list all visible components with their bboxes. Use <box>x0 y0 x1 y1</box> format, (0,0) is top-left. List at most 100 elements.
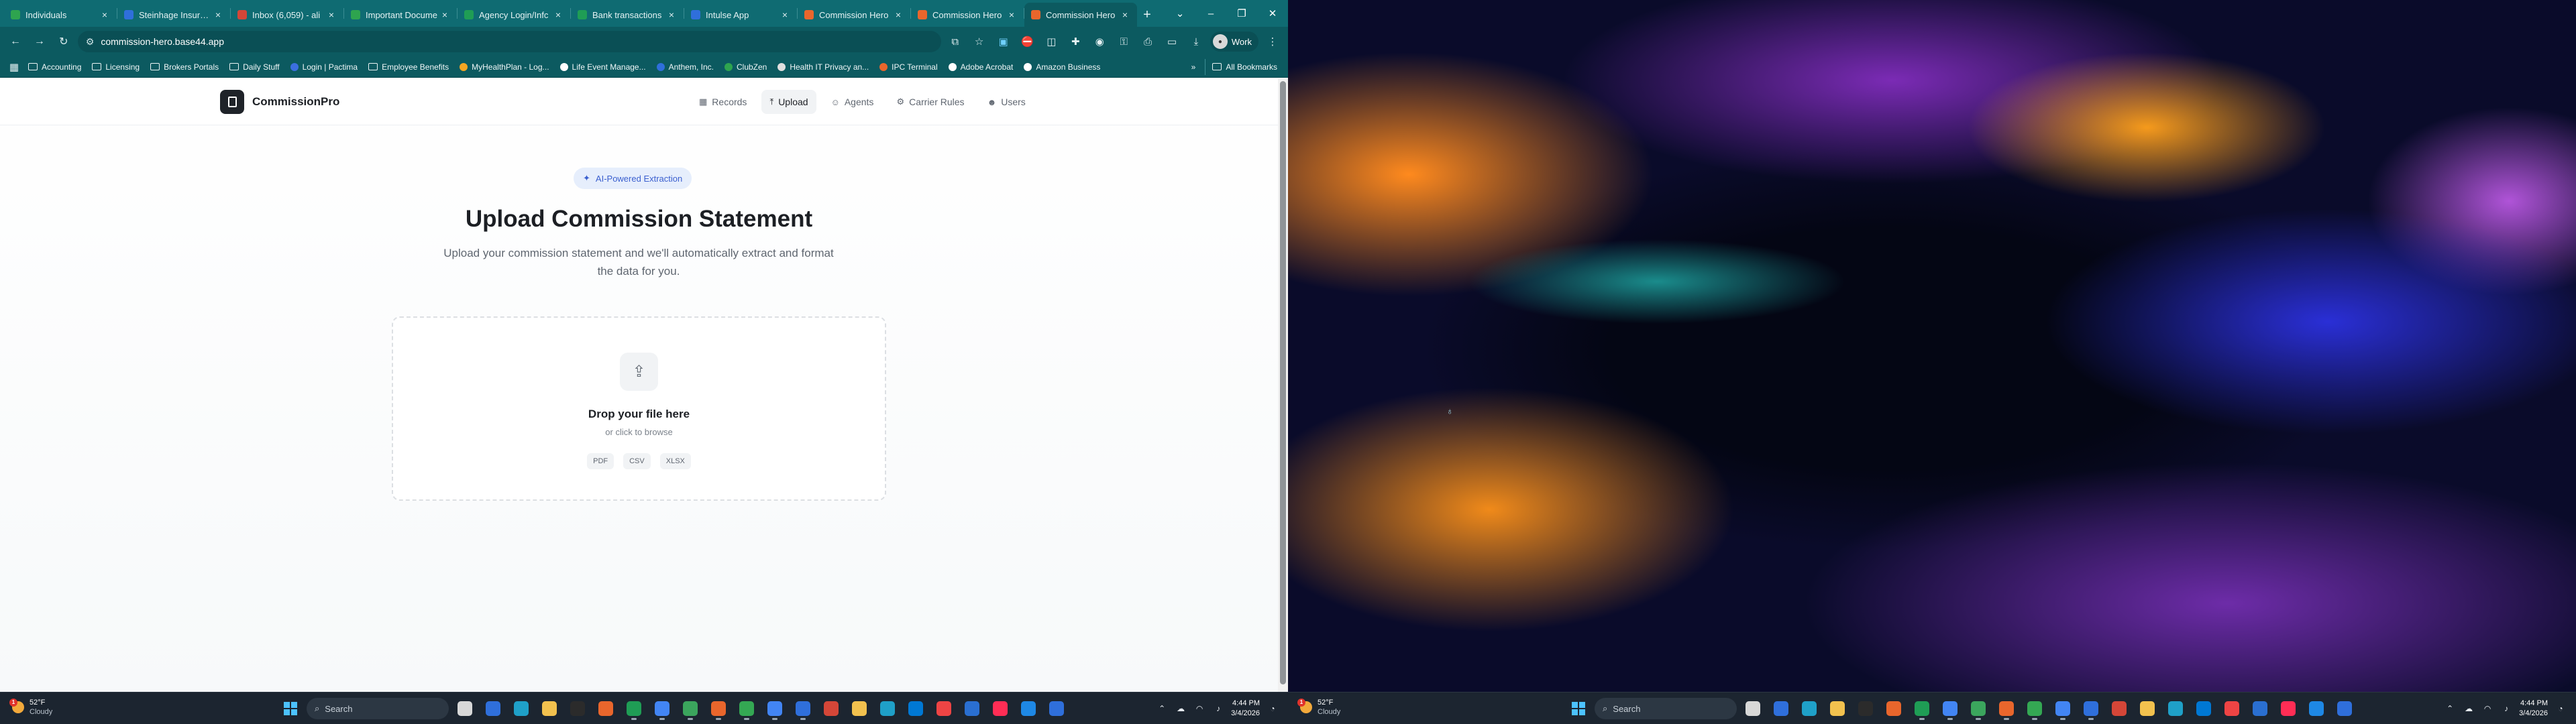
taskbar-app-icon[interactable] <box>2023 697 2047 721</box>
close-tab-icon[interactable]: × <box>213 9 223 20</box>
taskbar-app-icon[interactable] <box>2107 697 2131 721</box>
taskbar-app-icon[interactable] <box>2248 697 2272 721</box>
start-button[interactable] <box>1566 697 1591 721</box>
apps-grid-icon[interactable]: ▦ <box>7 57 21 77</box>
taskbar-app-icon[interactable] <box>2051 697 2075 721</box>
taskbar-app-icon[interactable] <box>932 697 956 721</box>
nav-item-records[interactable]: ▦ Records <box>691 90 755 114</box>
taskbar-app-icon[interactable] <box>904 697 928 721</box>
taskbar-app-icon[interactable] <box>2192 697 2216 721</box>
notification-bell-icon[interactable]: ◔ <box>2555 704 2567 713</box>
back-button[interactable]: ← <box>5 32 25 52</box>
start-button[interactable] <box>278 697 303 721</box>
taskbar-app-icon[interactable] <box>735 697 759 721</box>
taskbar-app-icon[interactable] <box>1910 697 1934 721</box>
new-tab-button[interactable]: + <box>1137 3 1157 27</box>
notification-bell-icon[interactable]: ◔ <box>1267 704 1279 713</box>
download-icon[interactable]: ⤓ <box>1186 32 1206 52</box>
extension-icon[interactable]: ▣ <box>994 32 1014 52</box>
taskbar-app-icon[interactable] <box>2135 697 2159 721</box>
bookmark-item[interactable]: Accounting <box>24 59 85 75</box>
bookmark-star-icon[interactable]: ☆ <box>969 32 989 52</box>
scrollbar-thumb[interactable] <box>1280 81 1286 684</box>
taskbar-app-icon[interactable] <box>1966 697 1990 721</box>
taskbar-app-icon[interactable] <box>537 697 561 721</box>
taskbar-app-icon[interactable] <box>2332 697 2357 721</box>
nav-item-upload[interactable]: ⤒ Upload <box>761 90 816 114</box>
taskbar-app-icon[interactable] <box>2220 697 2244 721</box>
wifi-icon[interactable]: ◠ <box>2481 704 2493 713</box>
chevron-down-icon[interactable]: ⌄ <box>1165 0 1195 27</box>
brand-logo[interactable]: CommissionPro <box>220 89 339 114</box>
browser-tab[interactable]: Inbox (6,059) - ali × <box>231 3 343 27</box>
cloud-icon[interactable]: ☁ <box>2463 704 2475 713</box>
bookmark-item[interactable]: ClubZen <box>720 59 771 75</box>
volume-icon[interactable]: ♪ <box>2500 704 2512 713</box>
browser-tab[interactable]: Bank transactions × <box>571 3 684 27</box>
cloud-icon[interactable]: ☁ <box>1175 704 1187 713</box>
extension-icon[interactable]: ⛔ <box>1018 32 1038 52</box>
browser-tab[interactable]: Agency Login/Infc × <box>458 3 570 27</box>
bookmark-item[interactable]: Licensing <box>88 59 144 75</box>
browser-tab[interactable]: Intulse App × <box>684 3 797 27</box>
extension-icon[interactable]: ◫ <box>1041 32 1061 52</box>
taskbar-app-icon[interactable] <box>1854 697 1878 721</box>
taskbar-app-icon[interactable] <box>875 697 900 721</box>
taskbar-app-icon[interactable] <box>622 697 646 721</box>
all-bookmarks-folder[interactable]: All Bookmarks <box>1205 58 1281 75</box>
close-tab-icon[interactable]: × <box>1120 9 1130 20</box>
browser-tab[interactable]: Steinhage Insuranc × <box>117 3 230 27</box>
weather-widget[interactable]: 1 52°F Cloudy <box>1297 698 1340 717</box>
close-tab-icon[interactable]: × <box>893 9 904 20</box>
volume-icon[interactable]: ♪ <box>1212 704 1224 713</box>
bookmark-item[interactable]: Health IT Privacy an... <box>773 59 873 75</box>
site-info-icon[interactable]: ⚙ <box>86 36 95 48</box>
taskbar-app-icon[interactable] <box>1797 697 1821 721</box>
nav-item-agents[interactable]: ☺ Agents <box>823 90 882 114</box>
bookmark-item[interactable]: Life Event Manage... <box>556 59 650 75</box>
url-bar[interactable]: ⚙ commission-hero.base44.app <box>77 31 941 52</box>
weather-widget[interactable]: 1 52°F Cloudy <box>9 698 52 717</box>
taskbar-app-icon[interactable] <box>678 697 702 721</box>
taskbar-app-icon[interactable] <box>453 697 477 721</box>
bookmark-item[interactable]: MyHealthPlan - Log... <box>455 59 553 75</box>
taskbar-app-icon[interactable] <box>2304 697 2328 721</box>
restore-button[interactable]: ❐ <box>1226 0 1257 27</box>
taskbar-app-icon[interactable] <box>960 697 984 721</box>
extensions-puzzle-icon[interactable]: ✚ <box>1065 32 1085 52</box>
nav-item-carrier-rules[interactable]: ⚙ Carrier Rules <box>888 90 972 114</box>
chevron-up-icon[interactable]: ⌃ <box>2444 704 2456 713</box>
bookmark-item[interactable]: Amazon Business <box>1020 59 1104 75</box>
taskbar-app-icon[interactable] <box>650 697 674 721</box>
browser-tab[interactable]: Commission Hero × <box>798 3 910 27</box>
taskbar-app-icon[interactable] <box>763 697 787 721</box>
bookmarks-overflow-button[interactable]: » <box>1185 62 1203 72</box>
page-scrollbar[interactable] <box>1278 78 1288 692</box>
taskbar-app-icon[interactable] <box>2079 697 2103 721</box>
taskbar-app-icon[interactable] <box>1741 697 1765 721</box>
minimize-button[interactable]: – <box>1195 0 1226 27</box>
bookmark-item[interactable]: Brokers Portals <box>146 59 223 75</box>
taskbar-app-icon[interactable] <box>2276 697 2300 721</box>
taskbar-app-icon[interactable] <box>1044 697 1069 721</box>
taskbar-app-icon[interactable] <box>1825 697 1849 721</box>
taskbar-search[interactable]: ⌕ Search <box>307 698 449 719</box>
taskbar-app-icon[interactable] <box>847 697 871 721</box>
bookmark-item[interactable]: Daily Stuff <box>225 59 283 75</box>
close-tab-icon[interactable]: × <box>99 9 110 20</box>
close-tab-icon[interactable]: × <box>780 9 790 20</box>
wifi-icon[interactable]: ◠ <box>1193 704 1205 713</box>
taskbar-app-icon[interactable] <box>566 697 590 721</box>
taskbar-app-icon[interactable] <box>1769 697 1793 721</box>
file-dropzone[interactable]: ⇪ Drop your file here or click to browse… <box>392 316 886 501</box>
taskbar-app-icon[interactable] <box>988 697 1012 721</box>
password-icon[interactable]: ⚿ <box>1114 32 1134 52</box>
chevron-up-icon[interactable]: ⌃ <box>1156 704 1168 713</box>
cast-icon[interactable]: ▭ <box>1162 32 1182 52</box>
taskbar-search[interactable]: ⌕ Search <box>1595 698 1737 719</box>
clock[interactable]: 4:44 PM 3/4/2026 <box>1231 699 1260 719</box>
nav-item-users[interactable]: ☻ Users <box>979 90 1034 114</box>
incognito-icon[interactable]: ◉ <box>1089 32 1110 52</box>
browser-tab[interactable]: Individuals × <box>4 3 117 27</box>
taskbar-app-icon[interactable] <box>481 697 505 721</box>
